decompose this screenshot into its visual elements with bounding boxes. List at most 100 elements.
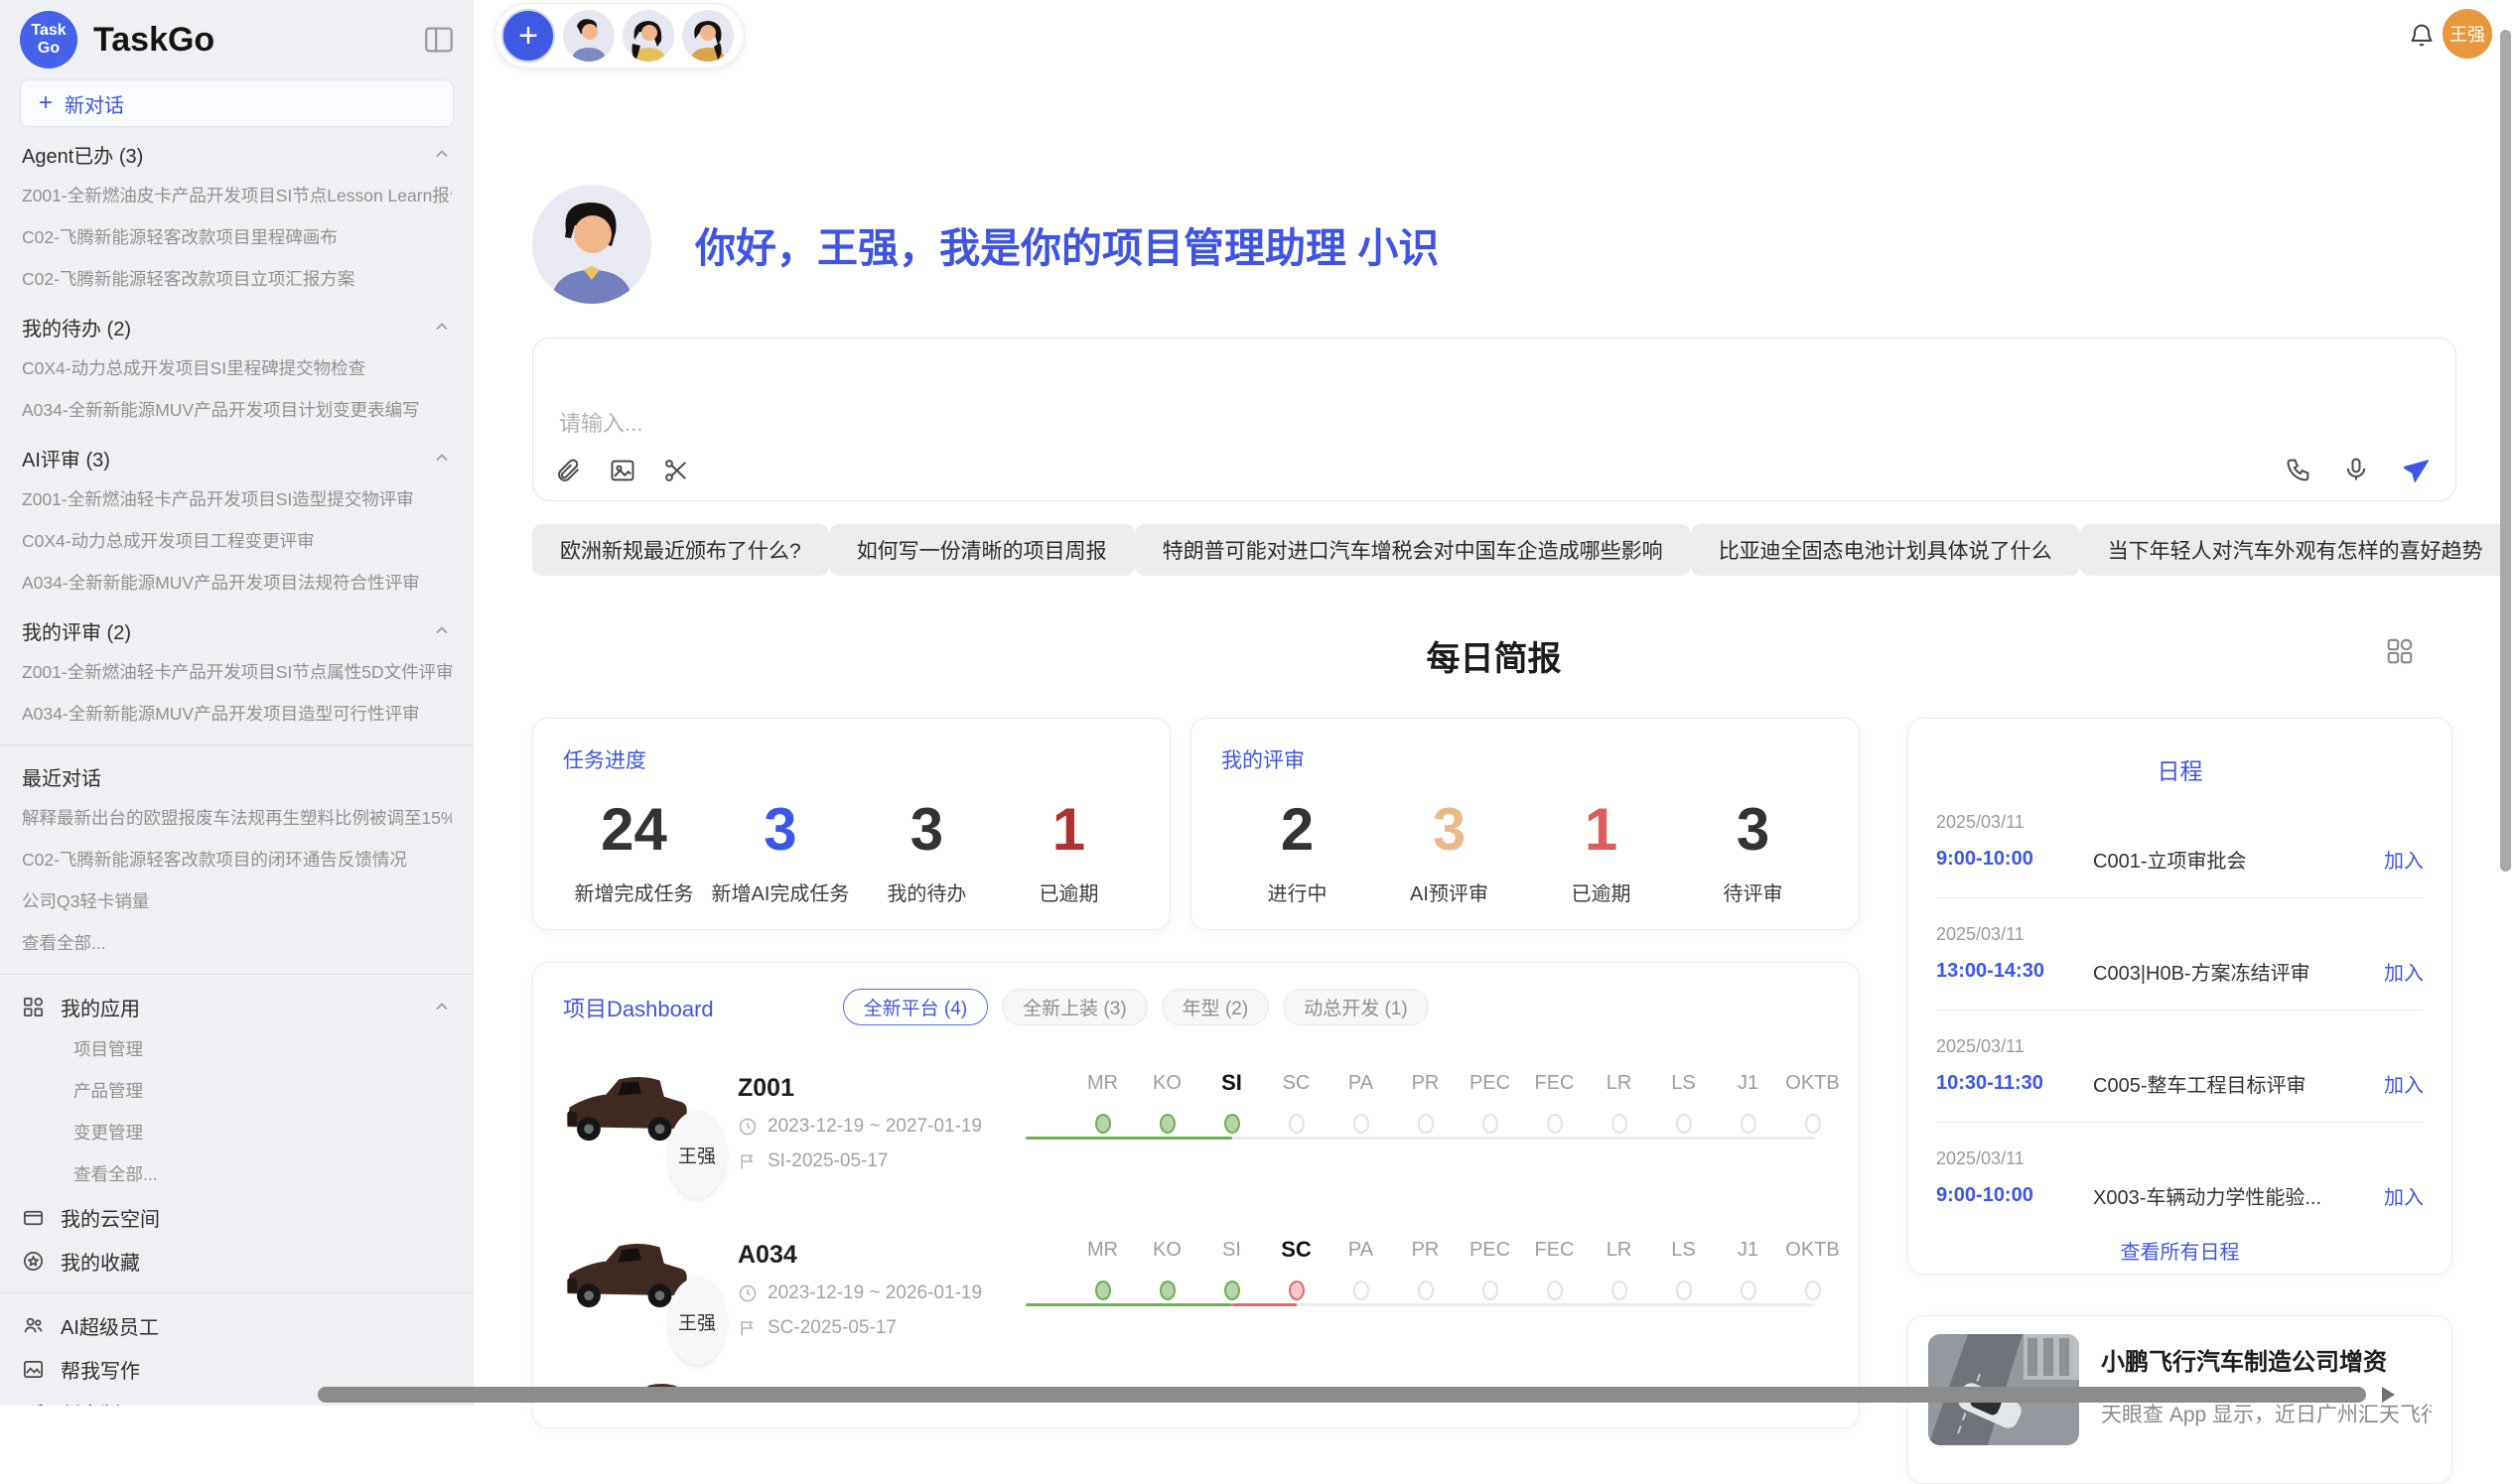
suggestion-chip[interactable]: 当下年轻人对汽车外观有怎样的喜好趋势 <box>2080 524 2511 576</box>
chevron-up-icon[interactable] <box>432 448 452 468</box>
pen-icon <box>22 1402 45 1407</box>
horizontal-scrollbar[interactable] <box>318 1387 2366 1403</box>
join-button[interactable]: 加入 <box>2384 845 2424 874</box>
suggestion-chip[interactable]: 比亚迪全固态电池计划具体说了什么 <box>1691 524 2080 576</box>
add-conversation-button[interactable]: + <box>501 9 555 63</box>
stat-value: 2 <box>1233 792 1362 868</box>
join-button[interactable]: 加入 <box>2384 957 2424 986</box>
recent-chats-header: 最近对话 <box>22 755 452 797</box>
milestone-step: LS <box>1651 1068 1716 1134</box>
chevron-up-icon[interactable] <box>432 317 452 337</box>
greeting-block: 你好，王强，我是你的项目管理助理 小识 <box>532 185 1439 304</box>
app-item[interactable]: 项目管理 <box>22 1028 452 1070</box>
filter-chip[interactable]: 全新平台 (4) <box>843 989 989 1025</box>
chevron-up-icon[interactable] <box>432 997 452 1016</box>
suggestion-chip[interactable]: 特朗普可能对进口汽车增税会对中国车企造成哪些影响 <box>1135 524 1691 576</box>
dashboard-title: 项目Dashboard <box>563 992 714 1023</box>
divider <box>0 1292 474 1293</box>
milestone-dot <box>1676 1281 1692 1300</box>
sidebar-section-header[interactable]: 我的待办 (2) <box>22 306 452 347</box>
suggestion-chip[interactable]: 如何写一份清晰的项目周报 <box>829 524 1135 576</box>
sidebar-chat-item[interactable]: Z001-全新燃油皮卡产品开发项目SI节点Lesson Learn报告 <box>22 175 452 216</box>
divider <box>1936 1122 2424 1123</box>
dashboard-filters: 全新平台 (4) 全新上装 (3) 年型 (2) 动总开发 (1) <box>843 989 1429 1025</box>
milestone-dot <box>1805 1114 1821 1134</box>
scissors-icon[interactable] <box>662 457 690 484</box>
chevron-up-icon[interactable] <box>432 144 452 164</box>
sidebar-section-header[interactable]: 我的评审 (2) <box>22 609 452 651</box>
new-chat-button[interactable]: + 新对话 <box>20 79 454 127</box>
milestone-dot <box>1160 1281 1176 1300</box>
sidebar-chat-item[interactable]: C0X4-动力总成开发项目工程变更评审 <box>22 520 452 562</box>
sidebar-item-cloud-space[interactable]: 我的云空间 <box>22 1195 452 1239</box>
brief-layout-icon[interactable] <box>2385 636 2415 666</box>
stat-item: 1 已逾期 <box>1537 792 1666 906</box>
my-apps-header[interactable]: 我的应用 <box>22 985 452 1028</box>
milestone-step: PR <box>1393 1068 1458 1134</box>
avatar[interactable] <box>563 10 615 62</box>
clock-icon <box>738 1117 758 1137</box>
chevron-up-icon[interactable] <box>432 620 452 640</box>
project-row[interactable]: 王强 A034 2023-12-19 ~ 2026-01-19 SC-2025-… <box>563 1220 1829 1359</box>
avatar[interactable] <box>623 10 674 62</box>
event-time: 13:00-14:30 <box>1936 960 2055 983</box>
suggestion-chip[interactable]: 欧洲新规最近颁布了什么? <box>532 524 829 576</box>
stat-label: 已逾期 <box>1537 877 1666 906</box>
milestone-step: SC <box>1264 1068 1328 1134</box>
milestone-dot <box>1224 1114 1240 1134</box>
join-button[interactable]: 加入 <box>2384 1181 2424 1210</box>
sidebar-chat-item[interactable]: A034-全新新能源MUV产品开发项目造型可行性评审 <box>22 693 452 735</box>
project-code[interactable]: A034 <box>738 1241 1026 1270</box>
sidebar-section-header[interactable]: AI评审 (3) <box>22 437 452 478</box>
recent-chat-item[interactable]: C02-飞腾新能源轻客改款项目的闭环通告反馈情况 <box>22 839 452 880</box>
sidebar-chat-item[interactable]: C02-飞腾新能源轻客改款项目立项汇报方案 <box>22 258 452 300</box>
recent-chat-item[interactable]: 公司Q3轻卡销量 <box>22 880 452 922</box>
schedule-title: 日程 <box>1936 752 2424 786</box>
sidebar-chat-item[interactable]: C0X4-动力总成开发项目SI里程碑提交物检查 <box>22 347 452 389</box>
sidebar-chat-item[interactable]: Z001-全新燃油轻卡产品开发项目SI节点属性5D文件评审 <box>22 651 452 693</box>
microphone-icon[interactable] <box>2342 456 2370 483</box>
sidebar-item-favorites[interactable]: 我的收藏 <box>22 1239 452 1282</box>
sidebar-chat-item[interactable]: C02-飞腾新能源轻客改款项目里程碑画布 <box>22 216 452 258</box>
app-item[interactable]: 变更管理 <box>22 1112 452 1153</box>
milestone-dot <box>1676 1114 1692 1134</box>
sidebar-chat-item[interactable]: Z001-全新燃油轻卡产品开发项目SI造型提交物评审 <box>22 478 452 520</box>
sidebar-chat-item[interactable]: A034-全新新能源MUV产品开发项目法规符合性评审 <box>22 562 452 604</box>
notification-bell-icon[interactable] <box>2408 21 2436 49</box>
project-thumbnail: 王强 <box>563 1063 714 1182</box>
join-button[interactable]: 加入 <box>2384 1069 2424 1098</box>
app-item[interactable]: 查看全部... <box>22 1153 452 1195</box>
phone-call-icon[interactable] <box>2285 456 2312 483</box>
recent-chats-title: 最近对话 <box>22 762 101 791</box>
image-upload-icon[interactable] <box>609 457 636 484</box>
view-all-schedule[interactable]: 查看所有日程 <box>1936 1236 2424 1265</box>
section-title: 我的评审 (2) <box>22 616 131 645</box>
sidebar-section-header[interactable]: Agent已办 (3) <box>22 133 452 175</box>
chat-input[interactable]: 请输入... <box>532 337 2456 501</box>
flag-icon <box>738 1318 758 1338</box>
project-code[interactable]: Z001 <box>738 1074 1026 1103</box>
recent-view-all[interactable]: 查看全部... <box>22 922 452 964</box>
scroll-right-arrow[interactable] <box>2382 1387 2395 1403</box>
user-avatar[interactable]: 王强 <box>2443 9 2492 59</box>
filter-chip[interactable]: 年型 (2) <box>1162 989 1270 1025</box>
app-item[interactable]: 产品管理 <box>22 1070 452 1112</box>
sidebar-collapse-icon[interactable] <box>422 23 456 57</box>
milestone-dot <box>1547 1281 1563 1300</box>
schedule-event: 2025/03/11 9:00-10:00 C001-立项审批会 加入 <box>1936 812 2424 874</box>
sidebar-item-ai-employee[interactable]: AI超级员工 <box>22 1303 452 1347</box>
attach-icon[interactable] <box>555 457 583 484</box>
sidebar-item-help-write[interactable]: 帮我写作 <box>22 1347 452 1391</box>
sidebar-chat-item[interactable]: A034-全新新能源MUV产品开发项目计划变更表编写 <box>22 389 452 431</box>
flag-icon <box>738 1151 758 1171</box>
milestone-step: J1 <box>1716 1235 1780 1300</box>
filter-chip[interactable]: 动总开发 (1) <box>1283 989 1429 1025</box>
milestone-dot <box>1741 1281 1756 1300</box>
vertical-scrollbar[interactable] <box>2500 30 2511 872</box>
stat-value: 1 <box>1004 792 1133 868</box>
send-icon[interactable] <box>2400 455 2430 484</box>
avatar[interactable] <box>682 10 734 62</box>
filter-chip[interactable]: 全新上装 (3) <box>1002 989 1148 1025</box>
recent-chat-item[interactable]: 解释最新出台的欧盟报废车法规再生塑料比例被调至15%... <box>22 797 452 839</box>
project-row[interactable]: 王强 Z001 2023-12-19 ~ 2027-01-19 SI-2025-… <box>563 1053 1829 1192</box>
